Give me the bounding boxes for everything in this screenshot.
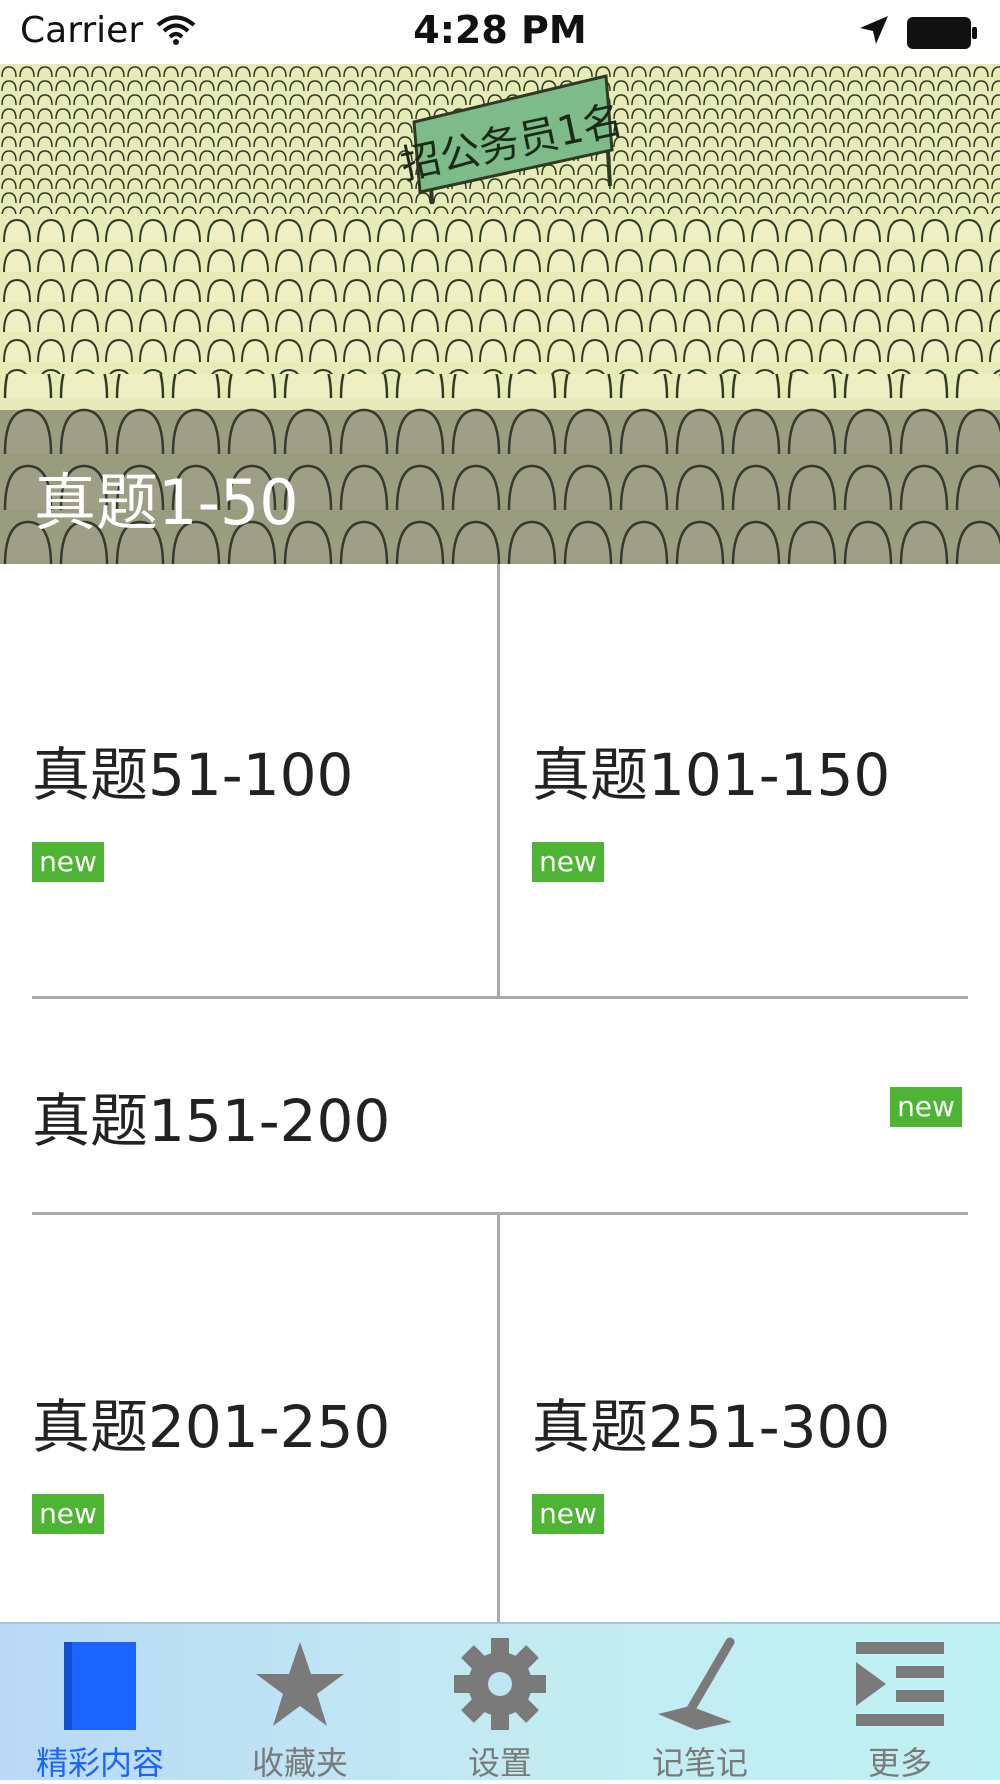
tab-more[interactable]: 更多	[800, 1624, 1000, 1782]
new-badge: new	[890, 1087, 962, 1127]
divider-horizontal	[32, 996, 968, 999]
tab-featured[interactable]: 精彩内容	[0, 1624, 200, 1782]
tab-label: 设置	[467, 1744, 532, 1782]
hero-banner[interactable]: 招公务员1名 真题1-50	[0, 64, 1000, 564]
divider-vertical	[497, 564, 500, 996]
new-badge: new	[32, 842, 104, 882]
tab-favorites[interactable]: 收藏夹	[200, 1624, 400, 1782]
status-time: 4:28 PM	[413, 8, 587, 52]
new-badge: new	[532, 1494, 604, 1534]
tab-label: 更多	[867, 1744, 932, 1782]
cell-title: 真题151-200	[32, 1087, 391, 1155]
gear-icon	[454, 1638, 546, 1730]
status-bar: Carrier 4:28 PM	[0, 0, 1000, 64]
star-icon	[256, 1642, 344, 1726]
location-arrow-icon	[858, 14, 890, 50]
divider-vertical	[497, 1215, 500, 1622]
cell-title: 真题201-250	[32, 1393, 391, 1461]
tab-bar: 精彩内容 收藏夹 设置 记笔记 更多	[0, 1622, 1000, 1782]
tab-label: 精彩内容	[35, 1744, 164, 1782]
battery-icon	[906, 16, 978, 54]
new-badge: new	[32, 1494, 104, 1534]
tab-label: 收藏夹	[251, 1744, 348, 1782]
book-icon	[64, 1642, 136, 1730]
new-badge: new	[532, 842, 604, 882]
cell-title: 真题101-150	[532, 741, 891, 809]
hero-title: 真题1-50	[34, 466, 299, 539]
divider-horizontal	[32, 1212, 968, 1215]
pen-icon	[658, 1637, 735, 1730]
tab-notes[interactable]: 记笔记	[600, 1624, 800, 1782]
cell-title: 真题251-300	[532, 1393, 891, 1461]
tab-label: 记笔记	[651, 1744, 748, 1782]
indent-menu-icon	[856, 1642, 944, 1726]
cell-title: 真题51-100	[32, 741, 354, 809]
tab-settings[interactable]: 设置	[400, 1624, 600, 1782]
